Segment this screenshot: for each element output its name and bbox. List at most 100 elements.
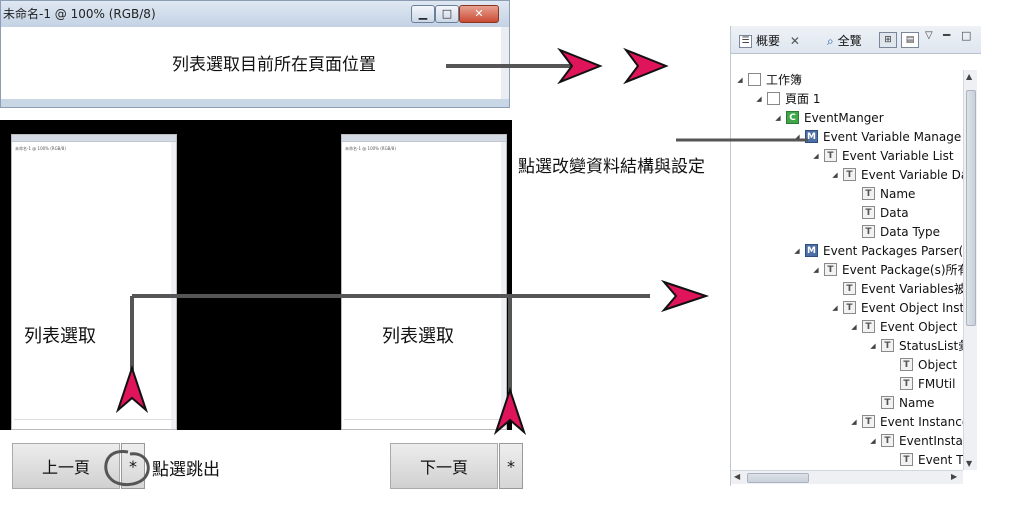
expand-toggle-icon[interactable]: ◢ — [868, 342, 878, 350]
scroll-up-icon[interactable]: ▲ — [966, 72, 972, 81]
text-node-icon: T — [862, 320, 875, 333]
tree-node[interactable]: T Event Variables被 — [830, 279, 963, 298]
expand-toggle-icon[interactable]: ◢ — [811, 152, 821, 160]
tree-node[interactable]: ◢ 工作簿 — [735, 70, 802, 89]
tree-node[interactable]: ◢ T Event Object — [849, 317, 957, 336]
page-view-icon[interactable]: ▤ — [901, 32, 919, 48]
tree-node-label: Event Variables被 — [861, 282, 963, 296]
text-node-icon: T — [881, 339, 894, 352]
page-icon — [767, 92, 780, 105]
tree-view-icon[interactable]: ⊞ — [879, 32, 897, 48]
tree-node[interactable]: T Data — [849, 203, 909, 222]
tree-node[interactable]: ◢ T Event Package(s)所有 — [811, 260, 963, 279]
expand-toggle-icon[interactable]: ◢ — [792, 133, 802, 141]
tab-overview-label: 全覽 — [837, 34, 862, 48]
minimize-view-icon[interactable]: ━ — [943, 28, 950, 42]
expand-toggle-icon[interactable]: ◢ — [849, 323, 859, 331]
arrow-right-icon — [660, 279, 710, 313]
tree-node-label: FMUtil — [918, 376, 956, 391]
expand-toggle-icon[interactable]: ◢ — [849, 418, 859, 426]
tree-node[interactable]: ◢ T Event Variable List — [811, 146, 953, 165]
expand-toggle-icon[interactable]: ◢ — [830, 304, 840, 312]
thumbnail-label-prev: 列表選取 — [24, 326, 96, 347]
tab-outline[interactable]: ☰ 概要 ✕ — [739, 32, 800, 49]
scroll-right-icon[interactable]: ▶ — [951, 472, 957, 481]
thumbnail-statusbar — [344, 419, 504, 425]
popout-button-next[interactable]: * — [499, 443, 523, 489]
tree-node[interactable]: ◢ C EventManger — [773, 108, 883, 127]
tree-node-label: EventInsta — [899, 433, 963, 448]
text-node-icon: T — [881, 396, 894, 409]
search-icon: ⌕ — [827, 34, 834, 48]
text-node-icon: T — [862, 415, 875, 428]
next-page-button[interactable]: 下一頁 — [390, 443, 498, 489]
outline-icon: ☰ — [739, 35, 752, 48]
page-icon — [748, 73, 761, 86]
window-titlebar[interactable]: 未命名-1 @ 100% (RGB/8) ▁ □ ✕ — [1, 1, 509, 27]
expand-toggle-icon[interactable]: ◢ — [830, 171, 840, 179]
expand-toggle-icon[interactable]: ◢ — [773, 114, 783, 122]
tree-node-label: Event Object Inst — [861, 300, 963, 315]
text-node-icon: T — [881, 434, 894, 447]
expand-toggle-icon[interactable]: ◢ — [735, 76, 745, 84]
module-icon: M — [805, 130, 818, 143]
expand-toggle-icon[interactable]: ◢ — [868, 437, 878, 445]
chevron-down-icon[interactable]: ▽ — [925, 30, 933, 41]
close-button[interactable]: ✕ — [459, 5, 499, 23]
popout-callout: 點選跳出 — [152, 460, 220, 480]
tree-node[interactable]: ◢ T EventInsta — [868, 431, 963, 450]
tree-node-label: Object — [918, 357, 958, 372]
expand-toggle-icon[interactable]: ◢ — [792, 247, 802, 255]
tree-node[interactable]: ◢T StatusList彙 — [868, 336, 963, 355]
tree-node[interactable]: T Name — [849, 184, 915, 203]
tree-node-label: Event Variable Manage — [823, 129, 962, 144]
text-node-icon: T — [824, 263, 837, 276]
text-node-icon: T — [843, 301, 856, 314]
tree-node-label: Event Variable Da — [861, 167, 963, 182]
close-icon[interactable]: ✕ — [790, 34, 800, 48]
tree-node[interactable]: ◢ T Event Instance — [849, 412, 963, 431]
tree-node[interactable]: T Object — [887, 355, 957, 374]
vertical-scroll-thumb[interactable] — [966, 90, 976, 326]
tab-overview[interactable]: ⌕ 全覽 — [827, 32, 862, 49]
outline-vertical-scrollbar[interactable]: ▲ ▼ — [963, 70, 977, 470]
thumbnail-titlebar: 未命名-1 @ 100% (RGB/8) — [345, 146, 396, 151]
scroll-left-icon[interactable]: ◀ — [734, 472, 740, 481]
outline-tabbar: ☰ 概要 ✕ ⌕ 全覽 ⊞ ▤ ▽ ━ □ — [731, 26, 981, 54]
tree-node-label: Event Package(s)所有 — [842, 263, 963, 277]
thumbnail-statusbar — [14, 419, 174, 425]
tree-node[interactable]: ◢ T Event Variable Da — [830, 165, 963, 184]
page-thumbnail-next[interactable]: 未命名-1 @ 100% (RGB/8) — [341, 134, 507, 430]
tree-node[interactable]: T Event T — [887, 450, 963, 469]
tree-node[interactable]: T Data Type — [849, 222, 940, 241]
tree-node-label: Event Instance — [880, 414, 963, 429]
tree-node[interactable]: ◢ T Event Object Inst — [830, 298, 963, 317]
expand-toggle-icon[interactable]: ◢ — [754, 95, 764, 103]
restore-button[interactable]: □ — [435, 5, 459, 23]
popout-button-prev[interactable]: * — [121, 443, 145, 489]
tree-node[interactable]: T FMUtil — [887, 374, 955, 393]
horizontal-scroll-thumb[interactable] — [747, 473, 809, 483]
thumbnail-scrollbar — [501, 142, 506, 429]
tree-node-label: 頁面 1 — [785, 92, 821, 106]
tree-node[interactable]: ◢ 頁面 1 — [754, 89, 820, 108]
tree-node[interactable]: ◢ M Event Packages Parser(記 — [792, 241, 963, 260]
page-thumbnail-prev[interactable]: 未命名-1 @ 100% (RGB/8) — [11, 134, 177, 430]
tree-node[interactable]: ◢ M Event Variable Manage — [792, 127, 961, 146]
tree-node[interactable]: T Name — [868, 393, 934, 412]
tab-outline-label: 概要 — [756, 34, 781, 48]
current-page-callout: 列表選取目前所在頁面位置 — [172, 55, 376, 75]
window-scrollbar[interactable] — [501, 27, 509, 99]
text-node-icon: T — [862, 187, 875, 200]
text-node-icon: T — [862, 206, 875, 219]
text-node-icon: T — [843, 168, 856, 181]
scroll-down-icon[interactable]: ▼ — [966, 459, 972, 468]
prev-page-button[interactable]: 上一頁 — [12, 443, 120, 489]
expand-toggle-icon[interactable]: ◢ — [811, 266, 821, 274]
maximize-view-icon[interactable]: □ — [961, 29, 971, 42]
outline-tree: ◢ 工作簿 ◢ 頁面 1 ◢ C EventManger ◢ M Event Variable M… — [731, 70, 963, 470]
outline-horizontal-scrollbar[interactable]: ◀ ▶ — [731, 470, 963, 484]
minimize-button[interactable]: ▁ — [411, 5, 435, 23]
module-icon: M — [805, 244, 818, 257]
class-icon: C — [786, 111, 799, 124]
